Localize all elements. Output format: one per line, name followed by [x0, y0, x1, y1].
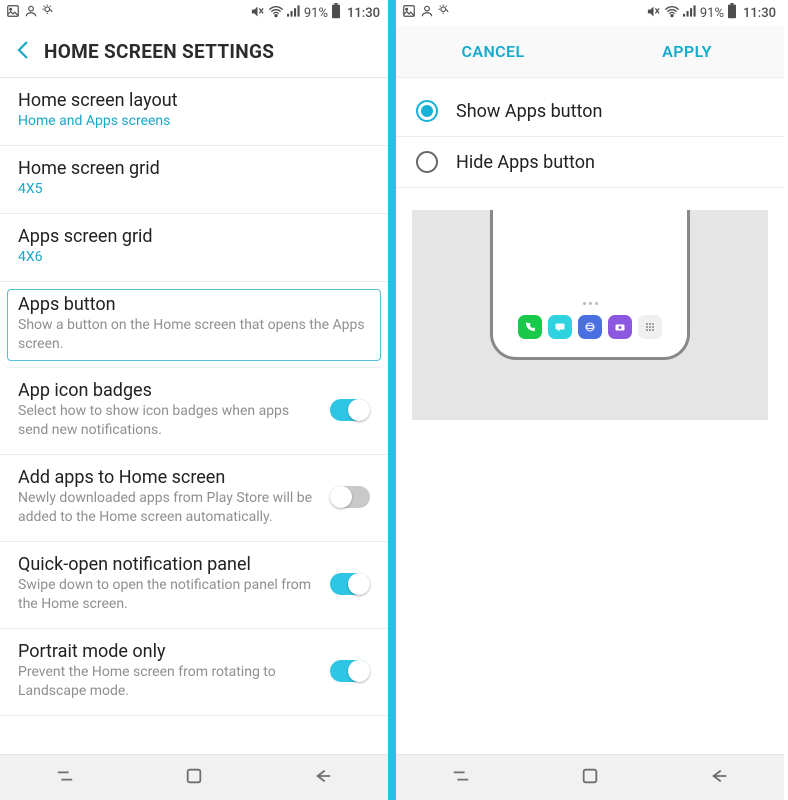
toggle-add-apps[interactable] [330, 486, 370, 508]
image-icon [402, 4, 416, 22]
radio-hide-apps[interactable]: Hide Apps button [396, 137, 784, 188]
status-bar: 91% 11:30 [396, 0, 784, 26]
row-title: Home screen grid [18, 158, 370, 179]
nav-back-icon[interactable] [312, 767, 334, 789]
battery-icon [331, 3, 341, 23]
apps-drawer-icon [638, 315, 662, 339]
row-portrait-only[interactable]: Portrait mode only Prevent the Home scre… [0, 629, 388, 716]
phone-app-icon [518, 315, 542, 339]
toggle-quick-panel[interactable] [330, 573, 370, 595]
row-subtitle: 4X5 [18, 180, 370, 199]
row-subtitle: Show a button on the Home screen that op… [18, 316, 370, 354]
row-apps-button[interactable]: Apps button Show a button on the Home sc… [0, 282, 388, 369]
row-add-apps[interactable]: Add apps to Home screen Newly downloaded… [0, 455, 388, 542]
radio-icon[interactable] [416, 151, 438, 173]
row-title: Portrait mode only [18, 641, 316, 662]
row-title: App icon badges [18, 380, 316, 401]
row-subtitle: 4X6 [18, 248, 370, 267]
radio-label: Hide Apps button [456, 152, 595, 173]
mute-icon [250, 4, 265, 23]
nav-home-icon[interactable] [581, 767, 599, 789]
page-header: HOME SCREEN SETTINGS [0, 26, 388, 78]
battery-percent: 91% [304, 6, 328, 21]
clock-time: 11:30 [347, 6, 380, 21]
person-icon [420, 4, 434, 22]
camera-app-icon [608, 315, 632, 339]
apps-button-dialog-screen: 91% 11:30 CANCEL APPLY Show Apps button … [392, 0, 784, 800]
row-title: Quick-open notification panel [18, 554, 316, 575]
dock [518, 315, 662, 339]
radio-label: Show Apps button [456, 101, 602, 122]
apply-button[interactable]: APPLY [590, 42, 784, 61]
back-icon[interactable] [16, 38, 30, 66]
nav-bar [396, 754, 784, 800]
status-bar: 91% 11:30 [0, 0, 388, 26]
row-subtitle: Prevent the Home screen from rotating to… [18, 663, 316, 701]
nav-recents-icon[interactable] [450, 767, 472, 789]
row-subtitle: Swipe down to open the notification pane… [18, 576, 316, 614]
phone-preview [490, 210, 690, 360]
row-icon-badges[interactable]: App icon badges Select how to show icon … [0, 368, 388, 455]
cancel-button[interactable]: CANCEL [396, 42, 590, 61]
toggle-icon-badges[interactable] [330, 399, 370, 421]
browser-app-icon [578, 315, 602, 339]
row-apps-grid[interactable]: Apps screen grid 4X6 [0, 214, 388, 282]
battery-icon [727, 3, 737, 23]
page-indicator [583, 302, 598, 305]
signal-icon [287, 4, 301, 22]
mute-icon [646, 4, 661, 23]
person-icon [24, 4, 38, 22]
radio-icon[interactable] [416, 100, 438, 122]
row-home-grid[interactable]: Home screen grid 4X5 [0, 146, 388, 214]
settings-list[interactable]: Home screen layout Home and Apps screens… [0, 78, 388, 754]
row-title: Apps screen grid [18, 226, 370, 247]
dialog-action-bar: CANCEL APPLY [396, 26, 784, 78]
wifi-icon [268, 4, 284, 22]
messages-app-icon [548, 315, 572, 339]
row-home-layout[interactable]: Home screen layout Home and Apps screens [0, 78, 388, 146]
radio-show-apps[interactable]: Show Apps button [396, 86, 784, 137]
nav-home-icon[interactable] [185, 767, 203, 789]
signal-icon [683, 4, 697, 22]
nav-back-icon[interactable] [708, 767, 730, 789]
row-subtitle: Newly downloaded apps from Play Store wi… [18, 489, 316, 527]
page-title: HOME SCREEN SETTINGS [44, 40, 274, 63]
weather-icon [438, 4, 452, 22]
row-subtitle: Home and Apps screens [18, 112, 370, 131]
row-title: Add apps to Home screen [18, 467, 316, 488]
settings-screen: 91% 11:30 HOME SCREEN SETTINGS Home scre… [0, 0, 392, 800]
battery-percent: 91% [700, 6, 724, 21]
weather-icon [42, 4, 56, 22]
toggle-portrait[interactable] [330, 660, 370, 682]
row-quick-panel[interactable]: Quick-open notification panel Swipe down… [0, 542, 388, 629]
image-icon [6, 4, 20, 22]
wifi-icon [664, 4, 680, 22]
nav-bar [0, 754, 388, 800]
clock-time: 11:30 [743, 6, 776, 21]
row-subtitle: Select how to show icon badges when apps… [18, 402, 316, 440]
row-title: Apps button [18, 294, 370, 315]
nav-recents-icon[interactable] [54, 767, 76, 789]
preview-area [412, 210, 768, 420]
row-title: Home screen layout [18, 90, 370, 111]
radio-group: Show Apps button Hide Apps button [396, 78, 784, 196]
